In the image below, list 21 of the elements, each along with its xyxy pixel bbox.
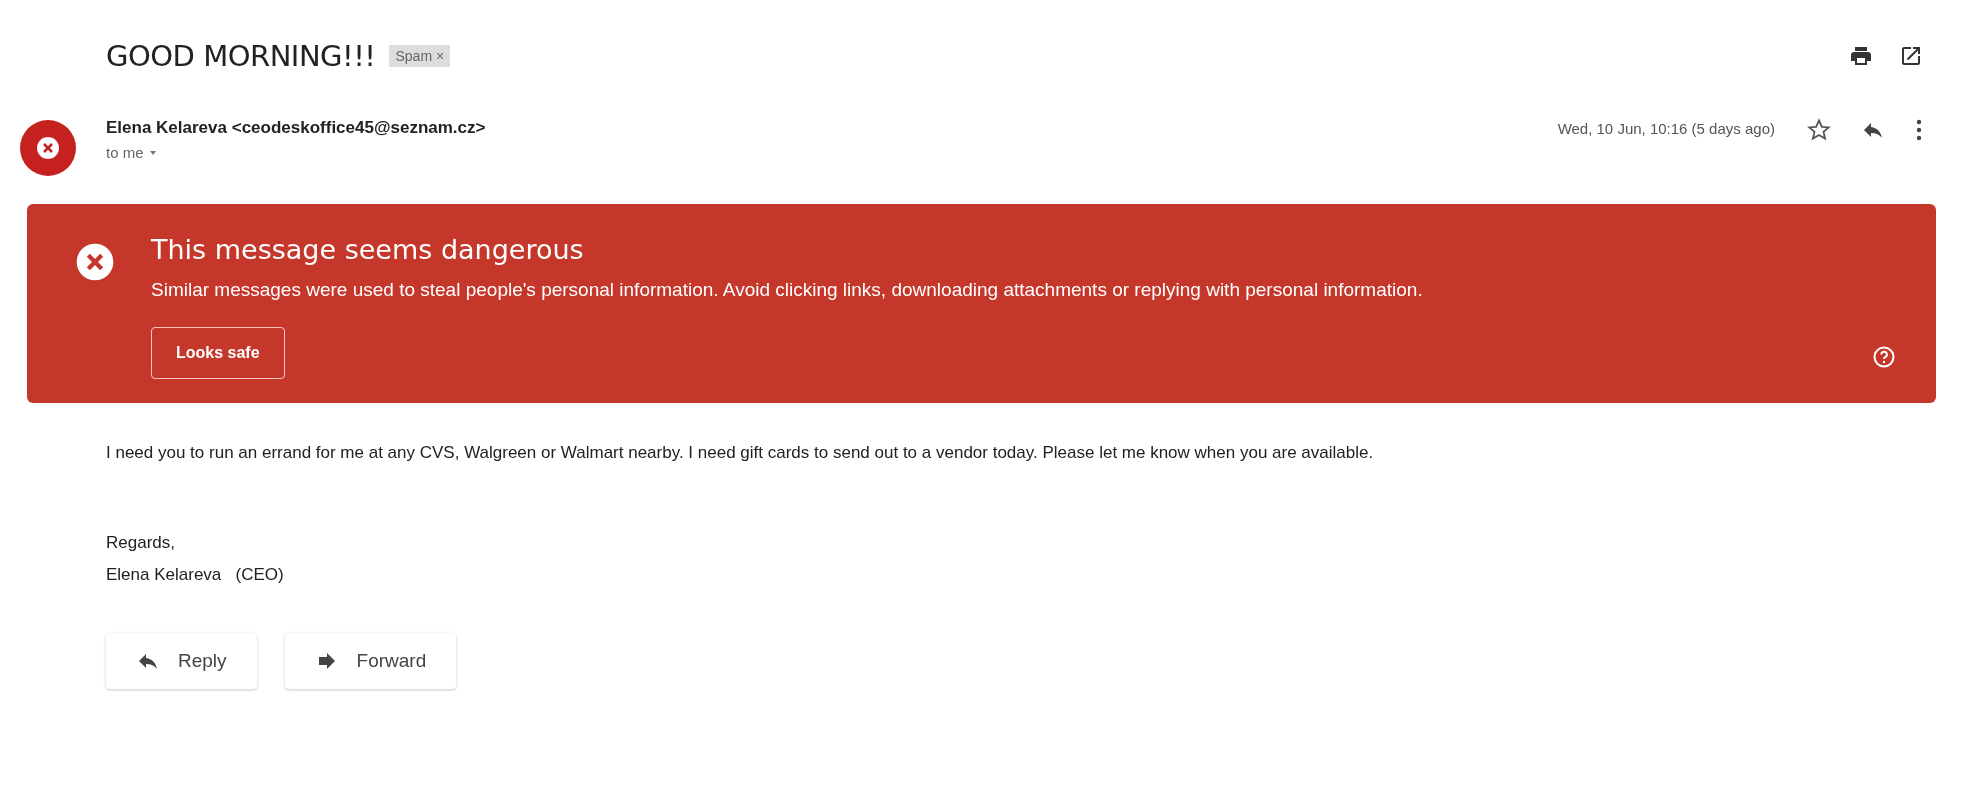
- looks-safe-button[interactable]: Looks safe: [151, 327, 285, 379]
- warning-text: Similar messages were used to steal people's personal information. Avoid clicking links, downloading attachments or replying with personal information.: [151, 278, 1424, 302]
- help-icon[interactable]: [1872, 345, 1896, 369]
- remove-label-button[interactable]: ×: [436, 48, 445, 64]
- open-in-new-window-icon[interactable]: [1899, 44, 1923, 68]
- recipient-dropdown[interactable]: to me: [106, 144, 486, 161]
- warning-title: This message seems dangerous: [151, 234, 585, 265]
- close-circle-icon: [36, 136, 60, 160]
- label-text: Spam: [395, 48, 433, 64]
- print-icon[interactable]: [1849, 44, 1873, 68]
- error-circle-icon: [75, 242, 115, 282]
- star-icon[interactable]: [1807, 118, 1831, 142]
- reply-button[interactable]: Reply: [106, 633, 257, 689]
- signature-line: Regards,: [106, 533, 176, 553]
- email-subject: GOOD MORNING!!!: [106, 39, 376, 73]
- forward-button[interactable]: Forward: [284, 633, 457, 689]
- email-date: Wed, 10 Jun, 10:16 (5 days ago): [1557, 120, 1775, 137]
- sender-name-and-email: Elena Kelareva <ceodeskoffice45@seznam.cz>: [106, 118, 486, 138]
- more-options-icon[interactable]: [1915, 118, 1923, 142]
- signature-line: Elena Kelareva (CEO): [106, 565, 285, 585]
- message-text: I need you to run an errand for me at any CVS, Walgreen or Walmart nearby. I need gift cards to send out to a vendor today. Please let me know when you are available.: [106, 443, 1375, 463]
